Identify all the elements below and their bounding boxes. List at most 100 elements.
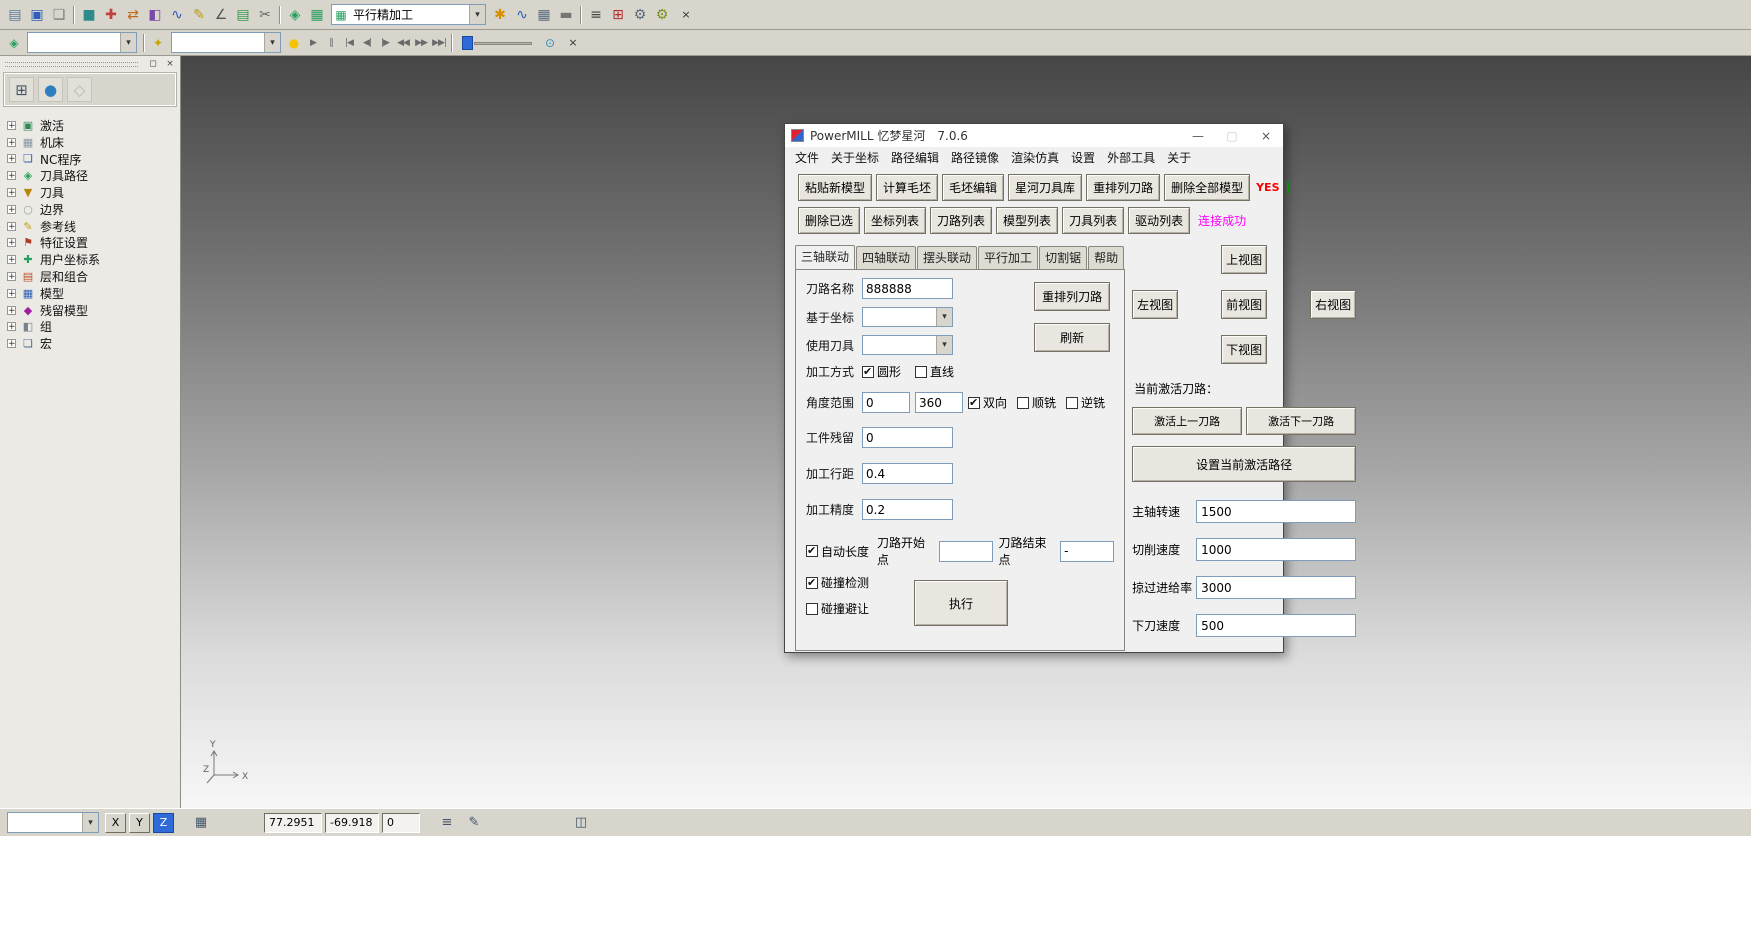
coordinate-z-field[interactable]: 0: [382, 813, 420, 833]
collision-icon[interactable]: ⊞: [607, 4, 629, 26]
expand-icon[interactable]: [7, 171, 16, 180]
collision-detect-checkbox[interactable]: 碰撞检测: [806, 574, 869, 591]
skim-feed-input[interactable]: [1196, 576, 1356, 599]
chevron-down-icon[interactable]: [936, 336, 952, 354]
tab-3axis[interactable]: 三轴联动: [795, 245, 855, 269]
model-list-button[interactable]: 模型列表: [996, 207, 1058, 234]
panel-close-button[interactable]: ×: [163, 59, 177, 71]
chevron-down-icon[interactable]: [264, 33, 280, 52]
cutting-speed-input[interactable]: [1196, 538, 1356, 561]
transform-icon[interactable]: ⇄: [122, 4, 144, 26]
graph-icon[interactable]: ∿: [511, 4, 533, 26]
menu-render-simulate[interactable]: 渲染仿真: [1005, 149, 1065, 166]
tree-item-machine-tools[interactable]: ▦ 机床: [7, 134, 180, 151]
end-point-input[interactable]: [1060, 541, 1114, 562]
tab-saw[interactable]: 切割锯: [1039, 246, 1087, 270]
tool-select[interactable]: [171, 32, 281, 53]
coordinate-x-field[interactable]: 77.2951: [264, 813, 322, 833]
plunge-speed-input[interactable]: [1196, 614, 1356, 637]
expand-icon[interactable]: [7, 306, 16, 315]
expand-icon[interactable]: [7, 222, 16, 231]
activate-next-toolpath-button[interactable]: 激活下一刀路: [1246, 407, 1356, 435]
toolpath-stack-icon[interactable]: ◈: [4, 33, 24, 53]
tree-item-tools[interactable]: ▼ 刀具: [7, 184, 180, 201]
delete-all-models-button[interactable]: 删除全部模型: [1164, 174, 1250, 201]
chevron-down-icon[interactable]: [120, 33, 136, 52]
stock-remain-input[interactable]: [862, 427, 953, 448]
tree-item-stock-models[interactable]: ◆ 残留模型: [7, 302, 180, 319]
bulb-icon[interactable]: ●: [284, 33, 304, 53]
refresh-button[interactable]: 刷新: [1034, 323, 1110, 352]
tree-item-macros[interactable]: ❏ 宏: [7, 335, 180, 352]
go-end-button[interactable]: ▶▶|: [430, 34, 448, 52]
checkbox-icon[interactable]: [1017, 397, 1029, 409]
tree-item-groups[interactable]: ◧ 组: [7, 319, 180, 336]
chevron-down-icon[interactable]: [936, 308, 952, 326]
badge-icon[interactable]: ◇: [67, 77, 92, 102]
tool-list-button[interactable]: 刀具列表: [1062, 207, 1124, 234]
tree-item-nc-programs[interactable]: ❏ NC程序: [7, 151, 180, 168]
menu-settings[interactable]: 设置: [1065, 149, 1101, 166]
minimize-button[interactable]: —: [1181, 124, 1215, 147]
checkbox-icon[interactable]: [806, 545, 818, 557]
calculator-icon[interactable]: ▦: [533, 4, 555, 26]
checkbox-icon[interactable]: [915, 366, 927, 378]
circle-checkbox[interactable]: 圆形: [862, 363, 901, 380]
checkbox-icon[interactable]: [968, 397, 980, 409]
draw-icon[interactable]: ✎: [462, 812, 486, 834]
checkbox-icon[interactable]: [1066, 397, 1078, 409]
expand-icon[interactable]: [7, 205, 16, 214]
menu-path-mirror[interactable]: 路径镜像: [945, 149, 1005, 166]
tab-help[interactable]: 帮助: [1088, 246, 1124, 270]
bidirectional-checkbox[interactable]: 双向: [968, 394, 1007, 411]
step-forward-button[interactable]: |▶: [376, 34, 394, 52]
mirror-icon[interactable]: ◧: [144, 4, 166, 26]
drive-list-button[interactable]: 驱动列表: [1128, 207, 1190, 234]
toolbar-close-button[interactable]: ×: [565, 35, 581, 51]
delete-selected-button[interactable]: 删除已选: [798, 207, 860, 234]
view-bottom-button[interactable]: 下视图: [1221, 335, 1267, 364]
climb-checkbox[interactable]: 顺铣: [1017, 394, 1056, 411]
execute-button[interactable]: 执行: [914, 580, 1008, 626]
menu-about[interactable]: 关于: [1161, 149, 1197, 166]
spindle-speed-input[interactable]: [1196, 500, 1356, 523]
rearrange-button[interactable]: 重排列刀路: [1034, 282, 1110, 311]
coord-list-button[interactable]: 坐标列表: [864, 207, 926, 234]
axis-x-button[interactable]: X: [105, 813, 126, 833]
tree-item-patterns[interactable]: ✎ 参考线: [7, 218, 180, 235]
coordinate-y-field[interactable]: -69.918: [325, 813, 379, 833]
chevron-down-icon[interactable]: [469, 5, 485, 24]
pause-button[interactable]: ‖: [322, 34, 340, 52]
globe-icon[interactable]: ●: [38, 77, 63, 102]
tree-item-models[interactable]: ▦ 模型: [7, 285, 180, 302]
collision-avoid-checkbox[interactable]: 碰撞避让: [806, 600, 869, 617]
angle-to-input[interactable]: [915, 392, 963, 413]
line-checkbox[interactable]: 直线: [915, 363, 954, 380]
machine-icon[interactable]: ⚙: [629, 4, 651, 26]
go-start-button[interactable]: |◀: [340, 34, 358, 52]
maximize-button[interactable]: ▢: [1215, 124, 1249, 147]
toolpath-select[interactable]: [27, 32, 137, 53]
expand-icon[interactable]: [7, 339, 16, 348]
expand-icon[interactable]: [7, 289, 16, 298]
rearrange-toolpaths-button[interactable]: 重排列刀路: [1086, 174, 1160, 201]
curve-icon[interactable]: ∿: [166, 4, 188, 26]
save-icon[interactable]: ▣: [26, 4, 48, 26]
clipboard-icon[interactable]: ❏: [48, 4, 70, 26]
workplane-icon[interactable]: ✚: [100, 4, 122, 26]
start-point-input[interactable]: [939, 541, 993, 562]
tree-item-feature-sets[interactable]: ⚑ 特征设置: [7, 235, 180, 252]
auto-length-checkbox[interactable]: 自动长度: [806, 543, 869, 560]
step-back-button[interactable]: ◀|: [358, 34, 376, 52]
view-left-button[interactable]: 左视图: [1132, 290, 1178, 319]
conventional-checkbox[interactable]: 逆铣: [1066, 394, 1105, 411]
expand-icon[interactable]: [7, 154, 16, 163]
chevron-down-icon[interactable]: [82, 813, 98, 832]
expand-icon[interactable]: [7, 188, 16, 197]
gears-icon[interactable]: ⚙: [651, 4, 673, 26]
float-window-button[interactable]: ◻: [146, 59, 160, 71]
view-top-button[interactable]: 上视图: [1221, 245, 1267, 274]
axis-z-button[interactable]: Z: [153, 813, 174, 833]
tree-item-boundaries[interactable]: ○ 边界: [7, 201, 180, 218]
menu-file[interactable]: 文件: [789, 149, 825, 166]
